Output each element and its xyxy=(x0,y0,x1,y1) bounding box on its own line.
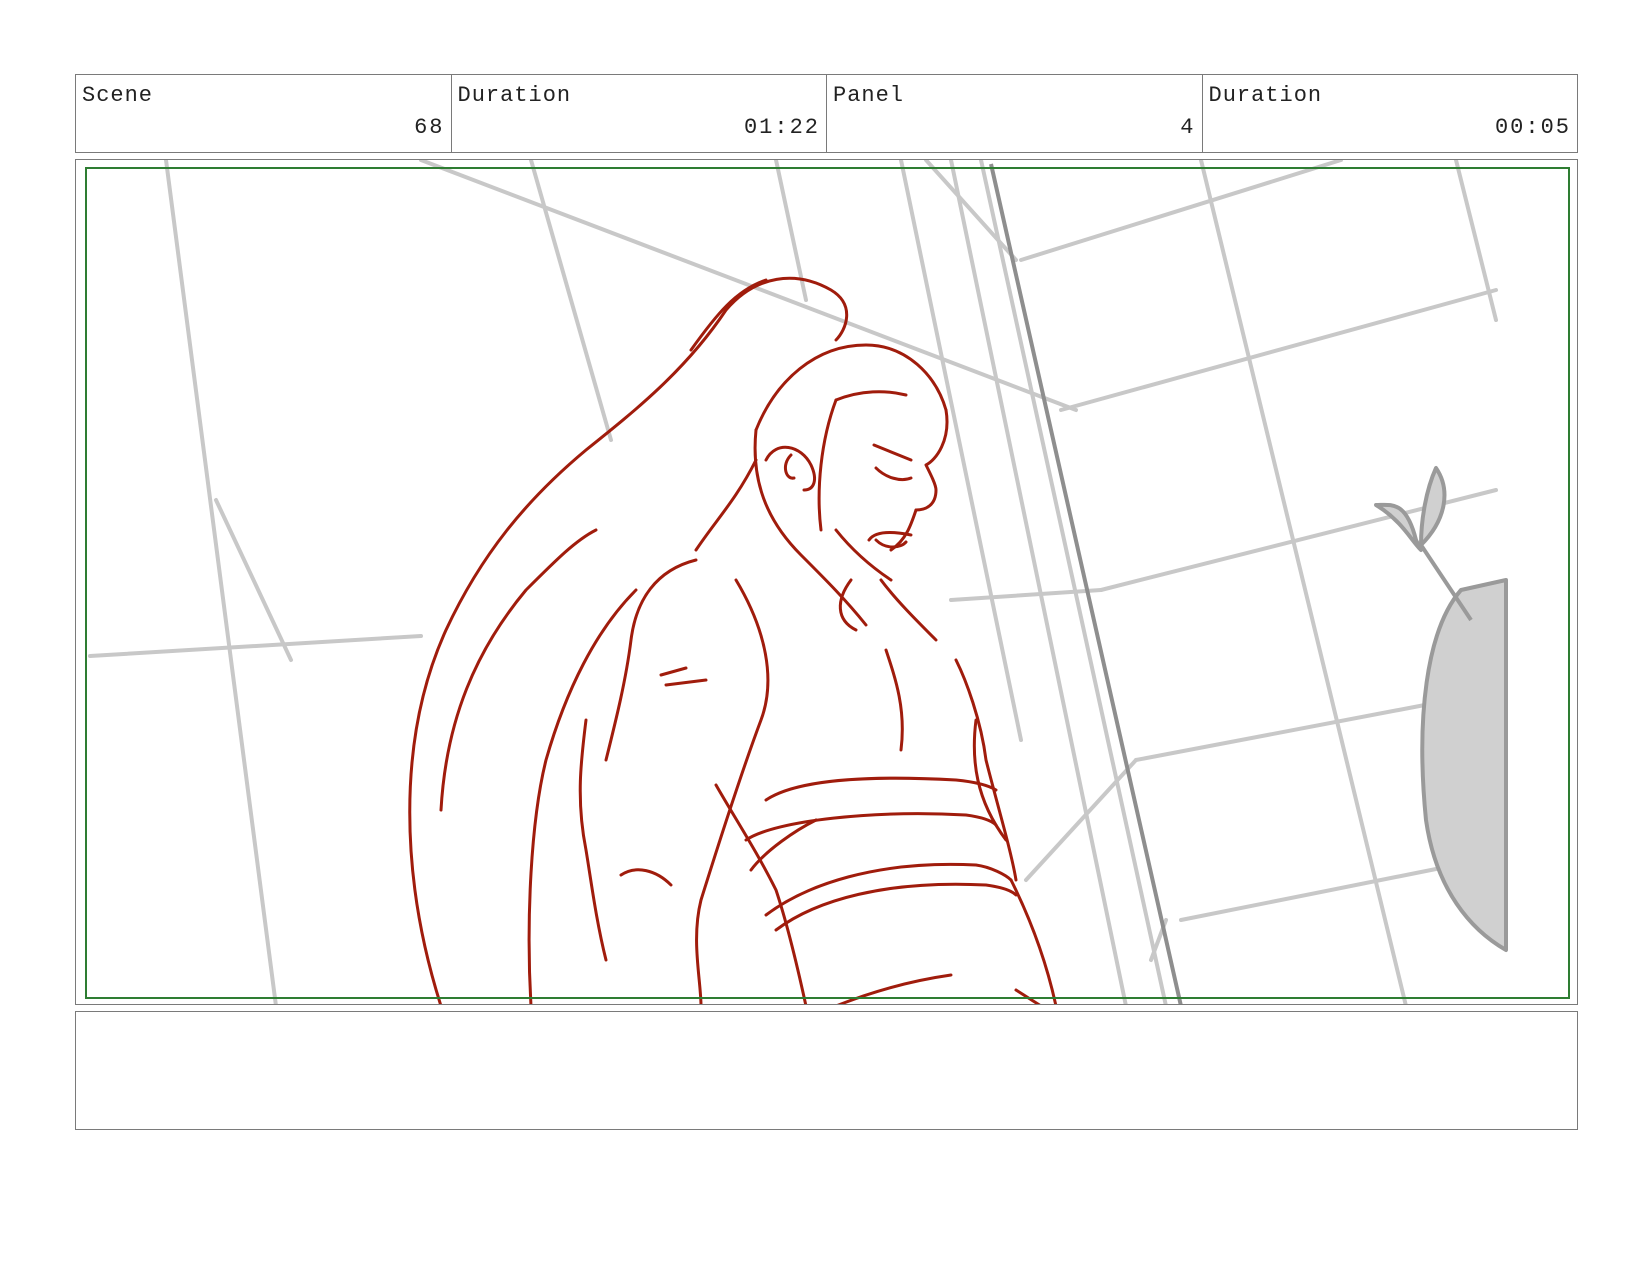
scene-duration-value[interactable]: 01:22 xyxy=(744,115,820,140)
panel-drawing xyxy=(85,160,1570,1004)
panel-label: Panel xyxy=(833,83,905,108)
panel-duration-value[interactable]: 00:05 xyxy=(1495,115,1571,140)
panel-duration-cell: Duration 00:05 xyxy=(1203,75,1578,152)
action-notes-box[interactable] xyxy=(75,1011,1578,1130)
panel-duration-label: Duration xyxy=(1208,83,1323,108)
panel-number[interactable]: 4 xyxy=(1180,115,1195,140)
window-frame-line xyxy=(989,163,1183,1004)
scene-duration-label: Duration xyxy=(457,83,572,108)
panel-info-header: Scene 68 Duration 01:22 Panel 4 Duration… xyxy=(75,74,1578,153)
character-sketch xyxy=(408,276,1058,1004)
scene-duration-cell: Duration 01:22 xyxy=(452,75,827,152)
background-grid-lines xyxy=(88,160,1498,1004)
panel-cell: Panel 4 xyxy=(827,75,1203,152)
scene-label: Scene xyxy=(82,83,154,108)
scene-number[interactable]: 68 xyxy=(414,115,444,140)
scene-cell: Scene 68 xyxy=(76,75,452,152)
storyboard-panel[interactable] xyxy=(75,159,1578,1005)
